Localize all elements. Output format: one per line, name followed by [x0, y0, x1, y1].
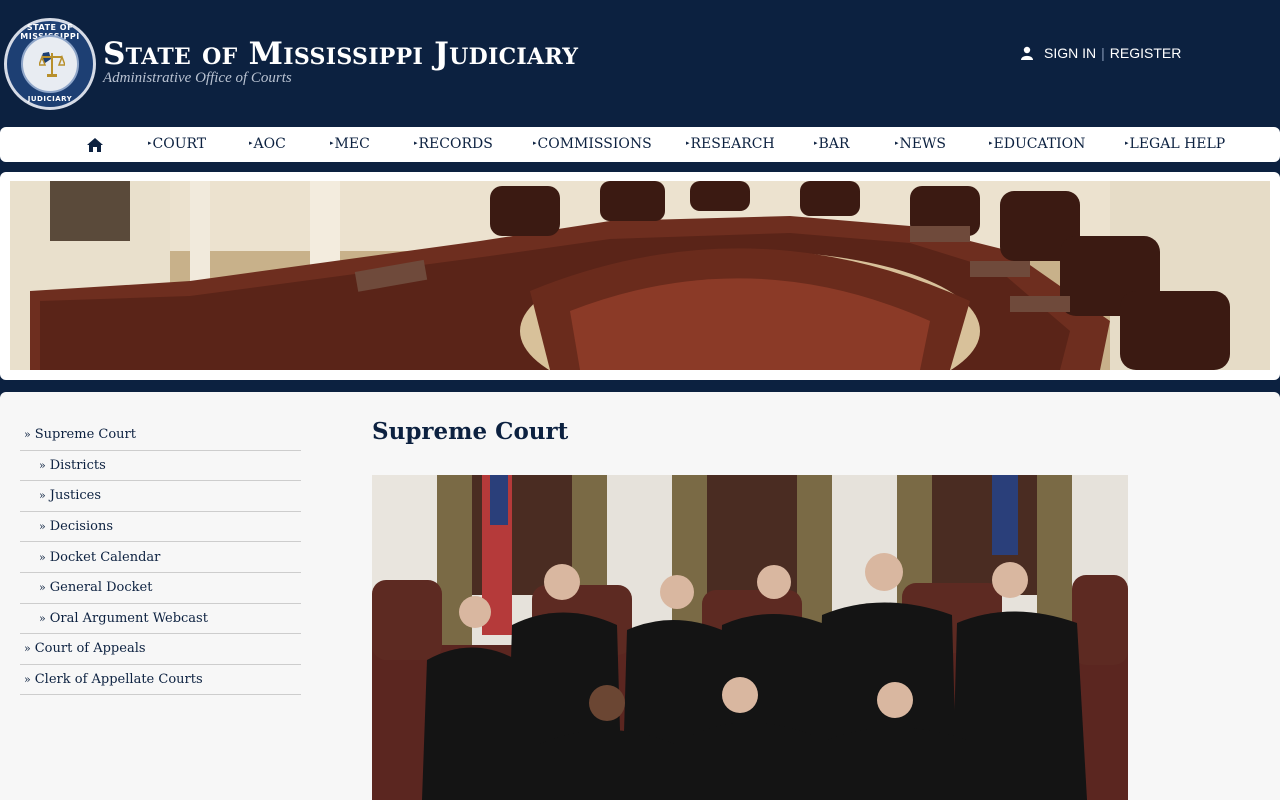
nav-arrow-icon: ▸: [148, 139, 152, 147]
nav-arrow-icon: ▸: [249, 139, 253, 147]
nav-arrow-icon: ▸: [533, 139, 537, 147]
nav-item-mec[interactable]: ▸MEC: [330, 136, 370, 152]
chevron-right-icon: »: [24, 673, 31, 687]
nav-arrow-icon: ▸: [414, 139, 418, 147]
home-icon[interactable]: [86, 137, 104, 153]
chevron-right-icon: »: [39, 458, 46, 472]
auth-links: SIGN IN | REGISTER: [1020, 45, 1181, 61]
sidebar-nav: » Supreme Court » Districts » Justices » Dec…: [20, 420, 301, 696]
nav-arrow-icon: ▸: [895, 139, 899, 147]
nav-item-education[interactable]: ▸EDUCATION: [989, 136, 1085, 152]
nav-arrow-icon: ▸: [989, 139, 993, 147]
site-header: STATE OF MISSISSIPPI JUDICIARY State of …: [0, 0, 1280, 127]
sidebar-item-decisions[interactable]: » Decisions: [20, 512, 301, 543]
sidebar-item-court-of-appeals[interactable]: » Court of Appeals: [20, 634, 301, 665]
chevron-right-icon: »: [24, 428, 31, 442]
chevron-right-icon: »: [39, 489, 46, 503]
sidebar-item-justices[interactable]: » Justices: [20, 481, 301, 512]
judiciary-seal-logo[interactable]: STATE OF MISSISSIPPI JUDICIARY: [4, 18, 96, 110]
sidebar-item-clerk-of-appellate-courts[interactable]: » Clerk of Appellate Courts: [20, 665, 301, 696]
banner-frame: [0, 172, 1280, 380]
user-icon: [1021, 46, 1033, 60]
sign-in-link[interactable]: SIGN IN: [1044, 45, 1096, 61]
nav-item-bar[interactable]: ▸BAR: [814, 136, 849, 152]
sidebar-item-general-docket[interactable]: » General Docket: [20, 573, 301, 604]
scales-of-justice-icon: [39, 52, 65, 77]
sidebar-item-oral-argument-webcast[interactable]: » Oral Argument Webcast: [20, 604, 301, 635]
nav-item-news[interactable]: ▸NEWS: [895, 136, 946, 152]
nav-arrow-icon: ▸: [814, 139, 818, 147]
nav-item-research[interactable]: ▸RESEARCH: [686, 136, 775, 152]
justices-group-photo: [372, 475, 1128, 800]
auth-separator: |: [1101, 45, 1105, 61]
nav-item-legal-help[interactable]: ▸LEGAL HELP: [1125, 136, 1225, 152]
nav-item-records[interactable]: ▸RECORDS: [414, 136, 493, 152]
nav-arrow-icon: ▸: [1125, 139, 1129, 147]
chevron-right-icon: »: [39, 520, 46, 534]
nav-item-aoc[interactable]: ▸AOC: [249, 136, 286, 152]
sidebar-item-docket-calendar[interactable]: » Docket Calendar: [20, 542, 301, 573]
sidebar-item-supreme-court[interactable]: » Supreme Court: [20, 420, 301, 451]
nav-item-court[interactable]: ▸COURT: [148, 136, 206, 152]
nav-arrow-icon: ▸: [686, 139, 690, 147]
seal-inner: [21, 35, 79, 93]
page-title: Supreme Court: [372, 418, 569, 445]
site-title[interactable]: State of Mississippi Judiciary: [103, 36, 578, 72]
chevron-right-icon: »: [39, 550, 46, 564]
courtroom-banner-image: [10, 181, 1270, 370]
nav-item-commissions[interactable]: ▸COMMISSIONS: [533, 136, 652, 152]
chevron-right-icon: »: [39, 611, 46, 625]
content-area: » Supreme Court » Districts » Justices » Dec…: [0, 392, 1280, 800]
main-nav: ▸COURT ▸AOC ▸MEC ▸RECORDS ▸COMMISSIONS ▸…: [0, 127, 1280, 162]
register-link[interactable]: REGISTER: [1110, 45, 1182, 61]
chevron-right-icon: »: [39, 581, 46, 595]
sidebar-item-districts[interactable]: » Districts: [20, 451, 301, 482]
chevron-right-icon: »: [24, 642, 31, 656]
site-subtitle: Administrative Office of Courts: [103, 70, 292, 86]
nav-arrow-icon: ▸: [330, 139, 334, 147]
seal-bottom-text: JUDICIARY: [27, 95, 73, 103]
